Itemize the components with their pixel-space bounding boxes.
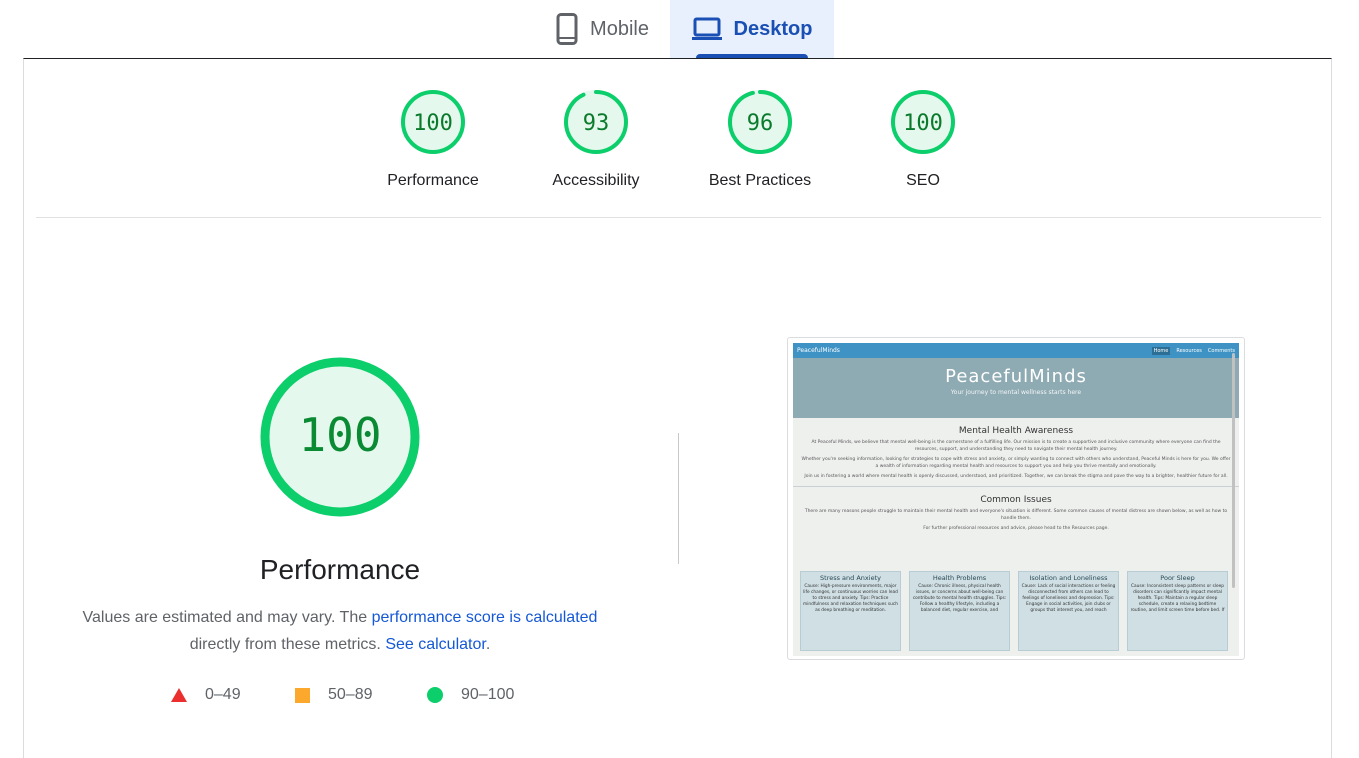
site-card-body: Cause: Chronic illness, physical health … — [912, 584, 1007, 613]
site-paragraph: There are many reasons people struggle t… — [804, 509, 1228, 521]
smartphone-icon — [556, 13, 578, 45]
gauge-score: 100 — [413, 111, 453, 136]
tab-mobile-label: Mobile — [590, 17, 649, 40]
site-paragraph: Join us in fostering a world where menta… — [804, 474, 1228, 479]
performance-gauge-large: 100 — [258, 355, 422, 524]
site-nav-link: Home — [1151, 347, 1171, 355]
gauge-seo[interactable]: 100 SEO — [853, 88, 993, 190]
site-cards: Stress and Anxiety Cause: High-pressure e… — [800, 571, 1228, 651]
site-hero-subtitle: Your journey to mental wellness starts h… — [950, 389, 1082, 396]
site-card: Health Problems Cause: Chronic illness, p… — [909, 571, 1010, 651]
score-calculation-link[interactable]: performance score is calculated — [372, 609, 598, 626]
device-tabs: Mobile Desktop — [0, 0, 1359, 58]
gauge-performance[interactable]: 100 Performance — [363, 88, 503, 190]
site-card: Stress and Anxiety Cause: High-pressure e… — [800, 571, 901, 651]
site-card-body: Cause: Inconsistent sleep patterns or sl… — [1130, 584, 1225, 613]
site-card-title: Poor Sleep — [1160, 574, 1195, 582]
desc-text: directly from these metrics. — [189, 636, 386, 653]
legend-range: 90–100 — [461, 686, 515, 703]
laptop-icon — [691, 17, 722, 41]
legend-range: 0–49 — [205, 686, 241, 703]
gauge-ring: 93 — [564, 90, 628, 154]
performance-description: Values are estimated and may vary. The p… — [60, 604, 620, 658]
site-brand: PeacefulMinds — [797, 347, 840, 354]
site-card-title: Stress and Anxiety — [820, 574, 881, 582]
scrollbar — [1232, 353, 1235, 588]
see-calculator-link[interactable]: See calculator — [385, 636, 486, 653]
circle-icon — [427, 687, 443, 703]
site-card-title: Health Problems — [932, 574, 987, 582]
site-section-title: Common Issues — [980, 495, 1052, 505]
screenshot-content: PeacefulMinds Home Resources Comments Peac… — [793, 343, 1239, 656]
site-paragraph: At Peaceful Minds, we believe that menta… — [811, 440, 1221, 452]
site-card: Poor Sleep Cause: Inconsistent sleep patt… — [1127, 571, 1228, 651]
legend-average: 50–89 — [295, 686, 373, 704]
page-screenshot-thumbnail[interactable]: PeacefulMinds Home Resources Comments Peac… — [787, 337, 1245, 660]
gauge-ring: 100 — [260, 357, 420, 517]
gauge-score: 93 — [583, 111, 610, 136]
gauge-label: Performance — [387, 172, 479, 189]
gauge-ring: 96 — [728, 90, 792, 154]
desc-text: Values are estimated and may vary. The — [82, 609, 372, 626]
site-hero: PeacefulMinds Your journey to mental wel… — [793, 358, 1239, 418]
site-navbar: PeacefulMinds Home Resources Comments — [793, 343, 1239, 358]
site-card-title: Isolation and Loneliness — [1029, 574, 1108, 582]
gauge-label: Accessibility — [552, 172, 640, 189]
gauge-ring: 100 — [401, 90, 465, 154]
performance-title: Performance — [259, 554, 421, 585]
site-nav-links: Home Resources Comments — [1146, 347, 1235, 355]
site-card: Isolation and Loneliness Cause: Lack of s… — [1018, 571, 1119, 651]
gauge-score: 100 — [903, 111, 943, 136]
tab-mobile[interactable]: Mobile — [535, 0, 670, 58]
site-nav-link: Comments — [1207, 348, 1235, 354]
gauge-label: Best Practices — [708, 172, 812, 189]
site-hero-title: PeacefulMinds — [945, 366, 1087, 387]
gauge-ring: 100 — [891, 90, 955, 154]
gauge-label: SEO — [906, 172, 940, 189]
site-section-title: Mental Health Awareness — [958, 426, 1074, 436]
site-card-body: Cause: Lack of social interactions or fe… — [1021, 584, 1116, 613]
tab-desktop[interactable]: Desktop — [670, 0, 834, 58]
triangle-icon — [171, 688, 187, 702]
gauge-best-practices[interactable]: 96 Best Practices — [690, 88, 830, 190]
site-nav-link: Resources — [1176, 348, 1202, 354]
score-legend: 0–49 50–89 90–100 — [0, 686, 700, 710]
tab-desktop-label: Desktop — [733, 17, 813, 40]
site-paragraph: For further professional resources and a… — [923, 526, 1109, 531]
performance-score: 100 — [298, 408, 381, 462]
gauge-score: 96 — [747, 111, 774, 136]
desc-text: . — [485, 636, 491, 653]
site-divider — [793, 486, 1239, 487]
category-gauges: 100 Performance 93 Accessibility 96 Best… — [0, 88, 1359, 198]
site-card-body: Cause: High-pressure environments, major… — [803, 584, 898, 613]
vertical-divider — [678, 433, 679, 564]
gauge-accessibility[interactable]: 93 Accessibility — [526, 88, 666, 190]
site-paragraph: Whether you're seeking information, look… — [801, 457, 1231, 469]
legend-pass: 90–100 — [427, 686, 514, 704]
square-icon — [295, 687, 310, 703]
legend-fail: 0–49 — [171, 686, 241, 704]
section-divider — [36, 217, 1321, 218]
legend-range: 50–89 — [328, 686, 373, 703]
